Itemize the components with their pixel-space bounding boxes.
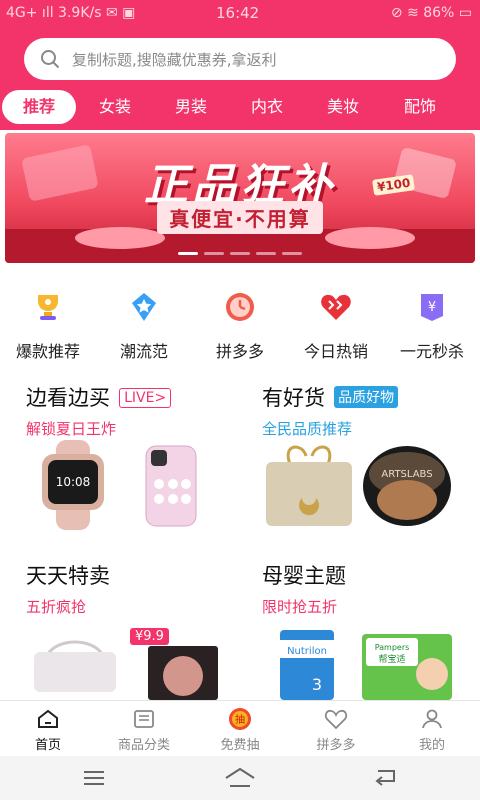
- list-icon: [134, 710, 154, 728]
- carousel-dot: [178, 252, 198, 255]
- nav-home[interactable]: 首页: [0, 701, 96, 757]
- card-daily-sale[interactable]: 天天特卖 五折疯抢: [26, 560, 110, 617]
- header: 4G+ ıll 3.9K/s ✉ ▣ 16:42 ⊘ ≋ 86% ▭ 复制标题,…: [0, 0, 480, 130]
- category-hot-today[interactable]: 今日热销: [288, 290, 384, 362]
- diaper-pack-image: Pampers 帮宝适: [362, 634, 452, 700]
- trophy-icon: [38, 295, 58, 320]
- back-icon[interactable]: [372, 768, 400, 788]
- tab-men[interactable]: 男装: [154, 90, 228, 124]
- heart-icon: [321, 294, 351, 320]
- category-pdd[interactable]: 拼多多: [192, 290, 288, 362]
- card-title: 天天特卖: [26, 564, 110, 588]
- card-live-shopping[interactable]: 边看边买 LIVE> 解锁夏日王炸: [26, 382, 172, 439]
- pdd-icon: [324, 709, 348, 730]
- phone-case-image: [145, 445, 197, 527]
- status-time: 16:42: [216, 4, 260, 22]
- user-icon: [422, 709, 442, 729]
- card-subtitle: 限时抢五折: [262, 598, 338, 616]
- nav-label: 首页: [34, 738, 61, 753]
- search-icon: [41, 50, 60, 69]
- category-label: 今日热销: [303, 342, 368, 361]
- status-left: 4G+ ıll 3.9K/s ✉ ▣: [6, 5, 136, 21]
- category-label: 潮流范: [119, 342, 168, 361]
- carousel-dot: [282, 252, 302, 255]
- card-baby-theme[interactable]: 母婴主题 限时抢五折: [262, 560, 346, 617]
- nav-pdd[interactable]: 拼多多: [288, 701, 384, 757]
- category-trend[interactable]: 潮流范: [96, 290, 192, 362]
- nav-free-draw[interactable]: 抽 免费抽: [192, 701, 288, 757]
- compact-powder-image: ARTSLABS: [363, 446, 451, 526]
- carousel-dot: [204, 252, 224, 255]
- category-label: 拼多多: [215, 342, 264, 361]
- system-nav-bar: [0, 756, 480, 800]
- quality-badge: 品质好物: [334, 386, 399, 408]
- category-label: 爆款推荐: [15, 342, 80, 361]
- nav-label: 我的: [418, 738, 445, 753]
- category-label: 一元秒杀: [399, 342, 464, 361]
- bottom-nav: 首页 商品分类 抽 免费抽 拼多多 我的: [0, 700, 480, 756]
- compact-brand-text: ARTSLABS: [381, 469, 432, 480]
- carousel-dot: [230, 252, 250, 255]
- home-icon: [38, 709, 58, 728]
- nav-categories[interactable]: 商品分类: [96, 701, 192, 757]
- menu-icon[interactable]: [82, 768, 106, 788]
- card-subtitle: 五折疯抢: [26, 598, 87, 616]
- carousel-dot: [256, 252, 276, 255]
- svg-text:10:08: 10:08: [56, 475, 91, 489]
- status-bar: 4G+ ıll 3.9K/s ✉ ▣ 16:42 ⊘ ≋ 86% ▭: [0, 0, 480, 28]
- tab-recommend[interactable]: 推荐: [2, 90, 76, 124]
- banner-subtitle: 真便宜·不用算: [157, 201, 323, 234]
- card-subtitle: 解锁夏日王炸: [26, 420, 117, 438]
- svg-text:抽: 抽: [235, 713, 245, 726]
- nav-label: 拼多多: [316, 738, 356, 753]
- card-title: 母婴主题: [262, 564, 346, 588]
- handbag-image: [266, 445, 352, 526]
- status-right: ⊘ ≋ 86% ▭: [390, 5, 472, 21]
- home-button-icon[interactable]: [224, 766, 256, 790]
- category-shortcuts: 爆款推荐 潮流范 拼多多 今日热销 ¥ 一元秒杀: [0, 290, 480, 365]
- live-badge: LIVE>: [119, 388, 172, 408]
- price-tag: ¥9.9: [130, 628, 169, 645]
- nav-label: 商品分类: [117, 738, 170, 753]
- promo-banner[interactable]: 正品狂补 真便宜·不用算 ¥100: [5, 133, 475, 263]
- category-flash-sale[interactable]: ¥ 一元秒杀: [384, 290, 480, 362]
- yen-tag-icon: ¥: [421, 294, 443, 321]
- tab-beauty[interactable]: 美妆: [306, 90, 380, 124]
- clock-icon: [226, 293, 254, 321]
- category-hot-picks[interactable]: 爆款推荐: [0, 290, 96, 362]
- card-good-goods[interactable]: 有好货 品质好物 全民品质推荐: [262, 382, 399, 439]
- formula-brand-text: Nutrilon: [287, 646, 327, 657]
- search-placeholder[interactable]: 复制标题,搜隐藏优惠券,拿返利: [72, 49, 277, 70]
- lottery-icon: 抽: [229, 708, 251, 730]
- star-tag-icon: [132, 293, 156, 321]
- white-bag-image: [34, 640, 116, 692]
- milk-formula-image: Nutrilon 3: [280, 630, 334, 700]
- nav-label: 免费抽: [220, 738, 260, 753]
- category-tabs: 推荐 女装 男装 内衣 美妆 配饰: [0, 90, 480, 124]
- carousel-indicator: [5, 240, 475, 259]
- card-subtitle: 全民品质推荐: [262, 420, 353, 438]
- tab-women[interactable]: 女装: [78, 90, 152, 124]
- tab-underwear[interactable]: 内衣: [230, 90, 304, 124]
- formula-stage-text: 3: [312, 675, 322, 694]
- diaper-cn-text: 帮宝适: [378, 653, 405, 665]
- eyeshadow-image: [148, 646, 218, 700]
- smartwatch-image: 10:08: [42, 440, 104, 530]
- diaper-brand-text: Pampers: [375, 643, 410, 652]
- card-title: 边看边买: [26, 386, 110, 410]
- tab-accessories[interactable]: 配饰: [382, 90, 458, 124]
- card-title: 有好货: [262, 386, 325, 410]
- nav-profile[interactable]: 我的: [384, 701, 480, 757]
- svg-text:¥: ¥: [428, 300, 436, 315]
- search-bar[interactable]: 复制标题,搜隐藏优惠券,拿返利: [24, 38, 456, 80]
